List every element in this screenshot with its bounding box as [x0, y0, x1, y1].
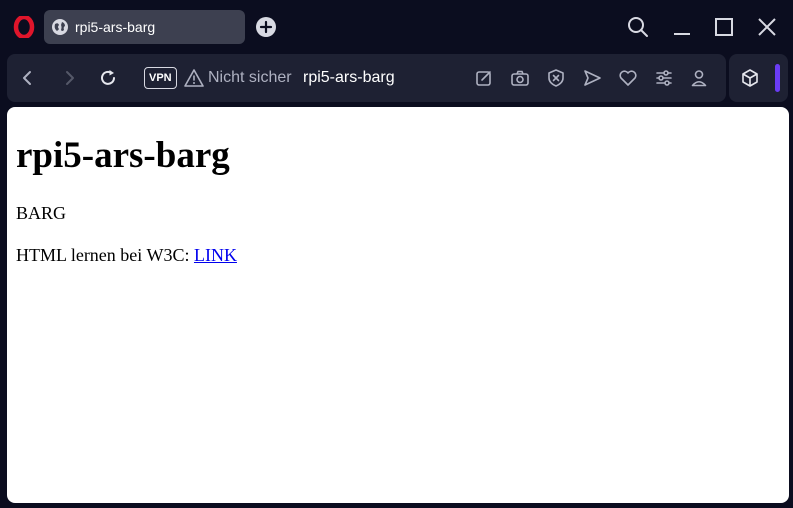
- page-content: rpi5-ars-barg BARG HTML lernen bei W3C: …: [7, 107, 789, 503]
- back-icon[interactable]: [17, 68, 37, 88]
- camera-icon[interactable]: [510, 68, 530, 88]
- heart-icon[interactable]: [618, 68, 638, 88]
- paragraph-html-learn: HTML lernen bei W3C: LINK: [16, 245, 237, 266]
- search-icon[interactable]: [626, 15, 650, 39]
- edit-icon[interactable]: [474, 68, 494, 88]
- title-bar: rpi5-ars-barg: [0, 0, 793, 52]
- paragraph-barg: BARG: [16, 203, 67, 223]
- forward-icon[interactable]: [60, 68, 80, 88]
- w3c-link[interactable]: LINK: [194, 245, 237, 265]
- address-url[interactable]: rpi5-ars-barg: [303, 69, 395, 87]
- vpn-badge[interactable]: VPN: [144, 67, 177, 89]
- sidebar-accent-bar[interactable]: [775, 64, 780, 92]
- plus-icon[interactable]: [255, 16, 277, 38]
- opera-logo-icon[interactable]: [13, 16, 35, 38]
- page-heading: rpi5-ars-barg: [16, 135, 230, 176]
- shield-icon[interactable]: [546, 68, 566, 88]
- tab-title: rpi5-ars-barg: [75, 19, 156, 35]
- warning-icon[interactable]: [184, 68, 204, 88]
- security-status[interactable]: Nicht sicher: [208, 69, 292, 87]
- settings-icon[interactable]: [654, 68, 674, 88]
- user-icon[interactable]: [689, 68, 709, 88]
- active-tab[interactable]: rpi5-ars-barg: [44, 10, 245, 44]
- paragraph-text: HTML lernen bei W3C:: [16, 245, 194, 265]
- maximize-icon[interactable]: [712, 15, 736, 39]
- cube-icon[interactable]: [740, 68, 760, 88]
- reload-icon[interactable]: [98, 68, 118, 88]
- globe-icon: [52, 19, 68, 35]
- close-icon[interactable]: [755, 15, 779, 39]
- address-toolbar: VPN Nicht sicher rpi5-ars-barg: [7, 54, 726, 102]
- minimize-icon[interactable]: [670, 15, 694, 39]
- send-icon[interactable]: [582, 68, 602, 88]
- extensions-panel: [729, 54, 788, 102]
